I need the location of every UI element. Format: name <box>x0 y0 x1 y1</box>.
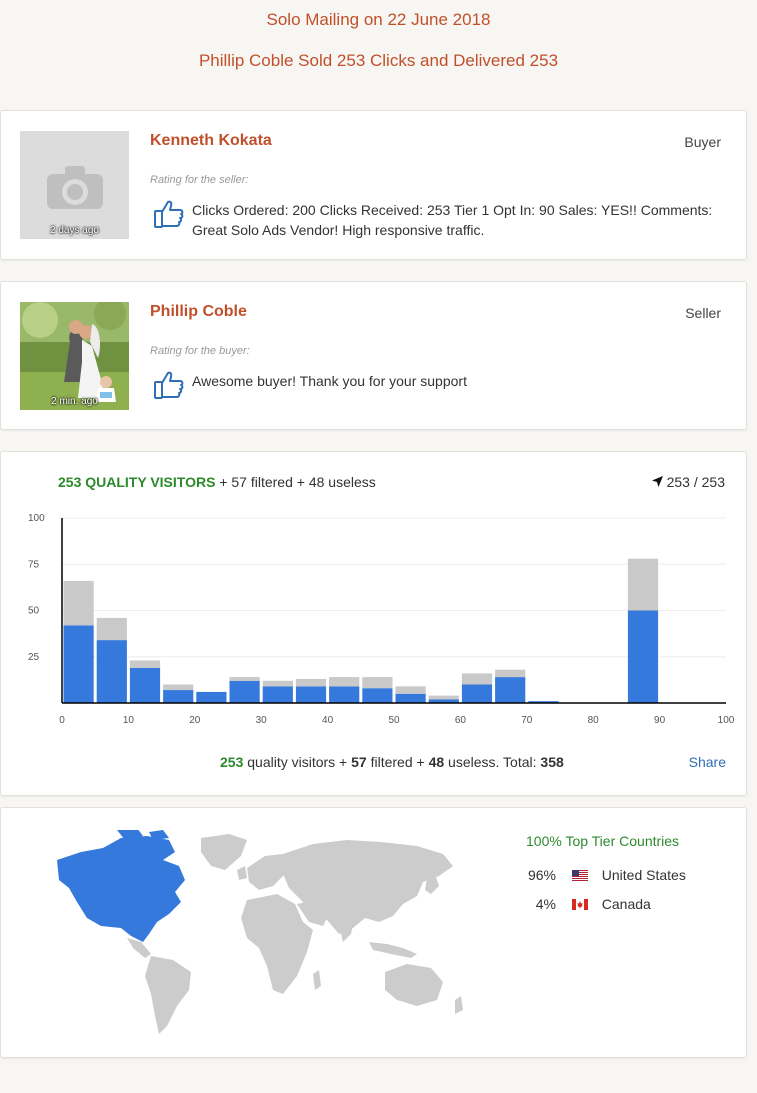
footer-filtered-text: filtered + <box>370 754 425 770</box>
footer-useless: 48 <box>428 754 445 770</box>
chart-bar <box>362 688 393 703</box>
chart-bar <box>163 690 194 703</box>
reviewer-role: Seller <box>685 305 721 321</box>
chart-bar <box>395 686 426 694</box>
share-link[interactable]: Share <box>689 754 726 770</box>
x-tick-label: 90 <box>654 715 666 726</box>
us-flag-icon <box>571 870 588 881</box>
country-row: 4% Canada <box>501 896 651 912</box>
chart-bar <box>196 691 227 703</box>
chart-bar <box>461 684 493 703</box>
page-subtitle: Phillip Coble Sold 253 Clicks and Delive… <box>198 51 559 70</box>
country-row: 96% United States <box>501 867 686 883</box>
footer-total: 358 <box>540 754 564 770</box>
delivered-value: 253 / 253 <box>666 474 725 490</box>
top-tier-title: 100% Top Tier Countries <box>526 833 680 849</box>
x-tick-label: 40 <box>322 715 334 726</box>
y-tick-label: 75 <box>28 559 40 570</box>
chart-bar <box>461 673 493 685</box>
reviewer-name[interactable]: Phillip Coble <box>150 303 247 321</box>
chart-bar <box>329 686 360 703</box>
chart-bar <box>428 695 459 700</box>
review-comment: Awesome buyer! Thank you for your suppor… <box>192 373 467 389</box>
camera-icon <box>47 166 103 209</box>
page-title: Solo Mailing on 22 June 2018 <box>266 10 491 29</box>
chart-bar <box>229 680 260 703</box>
chart-bar <box>627 610 659 703</box>
review-comment: Clicks Ordered: 200 Clicks Received: 253… <box>192 202 713 238</box>
photo-timestamp: 2 days ago <box>50 225 99 236</box>
thumbs-up-icon <box>154 200 184 228</box>
chart-bar <box>262 686 293 703</box>
footer-quality: 253 <box>220 754 244 770</box>
chart-bar <box>163 684 194 691</box>
chart-bar <box>295 678 327 687</box>
y-tick-label: 25 <box>28 652 40 663</box>
avatar[interactable]: 2 min. ago <box>20 302 129 410</box>
navigation-arrow-icon <box>651 476 663 487</box>
chart-bar <box>395 693 426 703</box>
x-tick-label: 50 <box>388 715 400 726</box>
avatar-placeholder[interactable]: 2 days ago <box>20 131 129 239</box>
ca-flag-icon <box>571 899 588 910</box>
reviewer-name[interactable]: Kenneth Kokata <box>150 132 272 150</box>
review-card-buyer: 2 days ago Kenneth Kokata Buyer Rating f… <box>0 110 747 260</box>
x-tick-label: 100 <box>718 715 735 726</box>
country-name: Canada <box>601 896 651 912</box>
world-map <box>57 830 463 1034</box>
chart-bar <box>229 677 260 681</box>
chart-bar <box>63 625 94 703</box>
footer-quality-text: quality visitors + <box>247 754 348 770</box>
country-pct: 4% <box>535 896 556 912</box>
chart-bar <box>129 660 161 668</box>
filtered-summary: + 57 filtered + 48 useless <box>219 474 376 490</box>
geo-card: 100% Top Tier Countries 96% United State… <box>0 807 747 1058</box>
footer-useless-text: useless. Total: <box>448 754 537 770</box>
thumbs-up-icon <box>154 371 184 399</box>
chart-bar <box>96 640 127 703</box>
rating-label: Rating for the buyer: <box>150 345 250 357</box>
x-tick-label: 20 <box>189 715 201 726</box>
chart-bar <box>627 558 659 611</box>
chart-bar <box>129 667 161 703</box>
stats-footer: 253 quality visitors + 57 filtered + 48 … <box>220 754 564 770</box>
x-tick-label: 30 <box>256 715 268 726</box>
chart-bar <box>63 580 94 626</box>
review-card-seller: 2 min. ago Phillip Coble Seller Rating f… <box>0 281 747 430</box>
rating-label: Rating for the seller: <box>150 174 249 186</box>
chart-bar <box>96 617 127 641</box>
y-tick-label: 50 <box>28 606 40 617</box>
visitor-histogram: 25 50 75 100 0 10 20 30 40 50 60 70 80 90 100 <box>28 513 735 726</box>
x-tick-label: 0 <box>59 715 65 726</box>
wedding-photo <box>20 302 129 410</box>
y-tick-label: 100 <box>28 513 45 524</box>
country-name: United States <box>601 867 686 883</box>
north-america-region <box>57 836 185 942</box>
quality-label: QUALITY VISITORS <box>85 474 216 490</box>
x-tick-label: 80 <box>588 715 600 726</box>
quality-count: 253 <box>58 474 82 490</box>
chart-bar <box>262 680 293 687</box>
x-tick-label: 10 <box>123 715 135 726</box>
visitor-stats-card: 253 QUALITY VISITORS + 57 filtered + 48 … <box>0 451 747 796</box>
photo-timestamp: 2 min. ago <box>51 396 98 407</box>
delivered-count: 253 / 253 <box>651 474 725 490</box>
x-tick-label: 60 <box>455 715 467 726</box>
reviewer-role: Buyer <box>684 134 721 150</box>
country-pct: 96% <box>527 867 556 883</box>
footer-filtered: 57 <box>351 754 367 770</box>
stats-summary: 253 QUALITY VISITORS + 57 filtered + 48 … <box>58 474 376 490</box>
chart-bar <box>329 677 360 687</box>
chart-bar <box>295 686 327 703</box>
chart-bar <box>495 677 526 703</box>
chart-bar <box>495 669 526 678</box>
x-tick-label: 70 <box>521 715 533 726</box>
chart-bar <box>362 677 393 689</box>
